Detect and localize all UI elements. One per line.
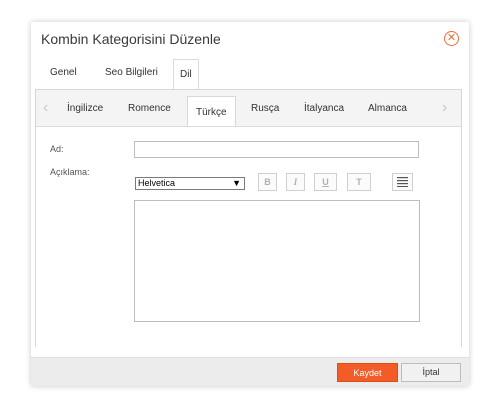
chevron-right-icon[interactable]: › — [442, 99, 447, 117]
language-tab-bar: ‹ İngilizce Romence Türkçe Rusça İtalyan… — [36, 90, 461, 127]
italic-button[interactable]: I — [286, 173, 305, 191]
save-button[interactable]: Kaydet — [337, 363, 398, 382]
font-select-value: Helvetica — [138, 178, 176, 188]
close-icon[interactable]: ✕ — [444, 31, 459, 46]
tab-rusca[interactable]: Rusça — [251, 103, 279, 114]
tab-romence[interactable]: Romence — [128, 103, 171, 114]
aciklama-label: Açıklama: — [50, 167, 90, 177]
turkce-form: Ad: Açıklama: Helvetica ▼ B I U T — [36, 126, 461, 347]
dil-tab-panel: ‹ İngilizce Romence Türkçe Rusça İtalyan… — [35, 89, 462, 347]
tab-seo-bilgileri[interactable]: Seo Bilgileri — [99, 58, 164, 88]
tab-ingilizce[interactable]: İngilizce — [67, 103, 103, 114]
cancel-button[interactable]: İptal — [401, 363, 461, 382]
dialog-footer: Kaydet İptal — [31, 357, 469, 386]
tab-genel[interactable]: Genel — [44, 58, 83, 88]
description-editor[interactable] — [134, 200, 420, 322]
tab-italyanca[interactable]: İtalyanca — [304, 103, 344, 114]
underline-button[interactable]: U — [314, 173, 337, 191]
outer-tab-bar: Genel Seo Bilgileri Dil — [36, 58, 463, 90]
ad-label: Ad: — [50, 144, 64, 154]
bold-button[interactable]: B — [258, 173, 277, 191]
font-family-select[interactable]: Helvetica ▼ — [135, 177, 245, 190]
edit-category-dialog: Kombin Kategorisini Düzenle ✕ Genel Seo … — [31, 22, 469, 386]
tab-dil[interactable]: Dil — [173, 59, 199, 90]
ad-input[interactable] — [134, 141, 419, 158]
tab-almanca[interactable]: Almanca — [368, 103, 407, 114]
text-size-button[interactable]: T — [347, 173, 371, 191]
dialog-title: Kombin Kategorisini Düzenle — [41, 31, 221, 47]
chevron-left-icon[interactable]: ‹ — [43, 99, 48, 117]
chevron-down-icon: ▼ — [232, 178, 241, 188]
align-justify-icon[interactable] — [392, 173, 413, 191]
tab-turkce[interactable]: Türkçe — [187, 96, 236, 127]
